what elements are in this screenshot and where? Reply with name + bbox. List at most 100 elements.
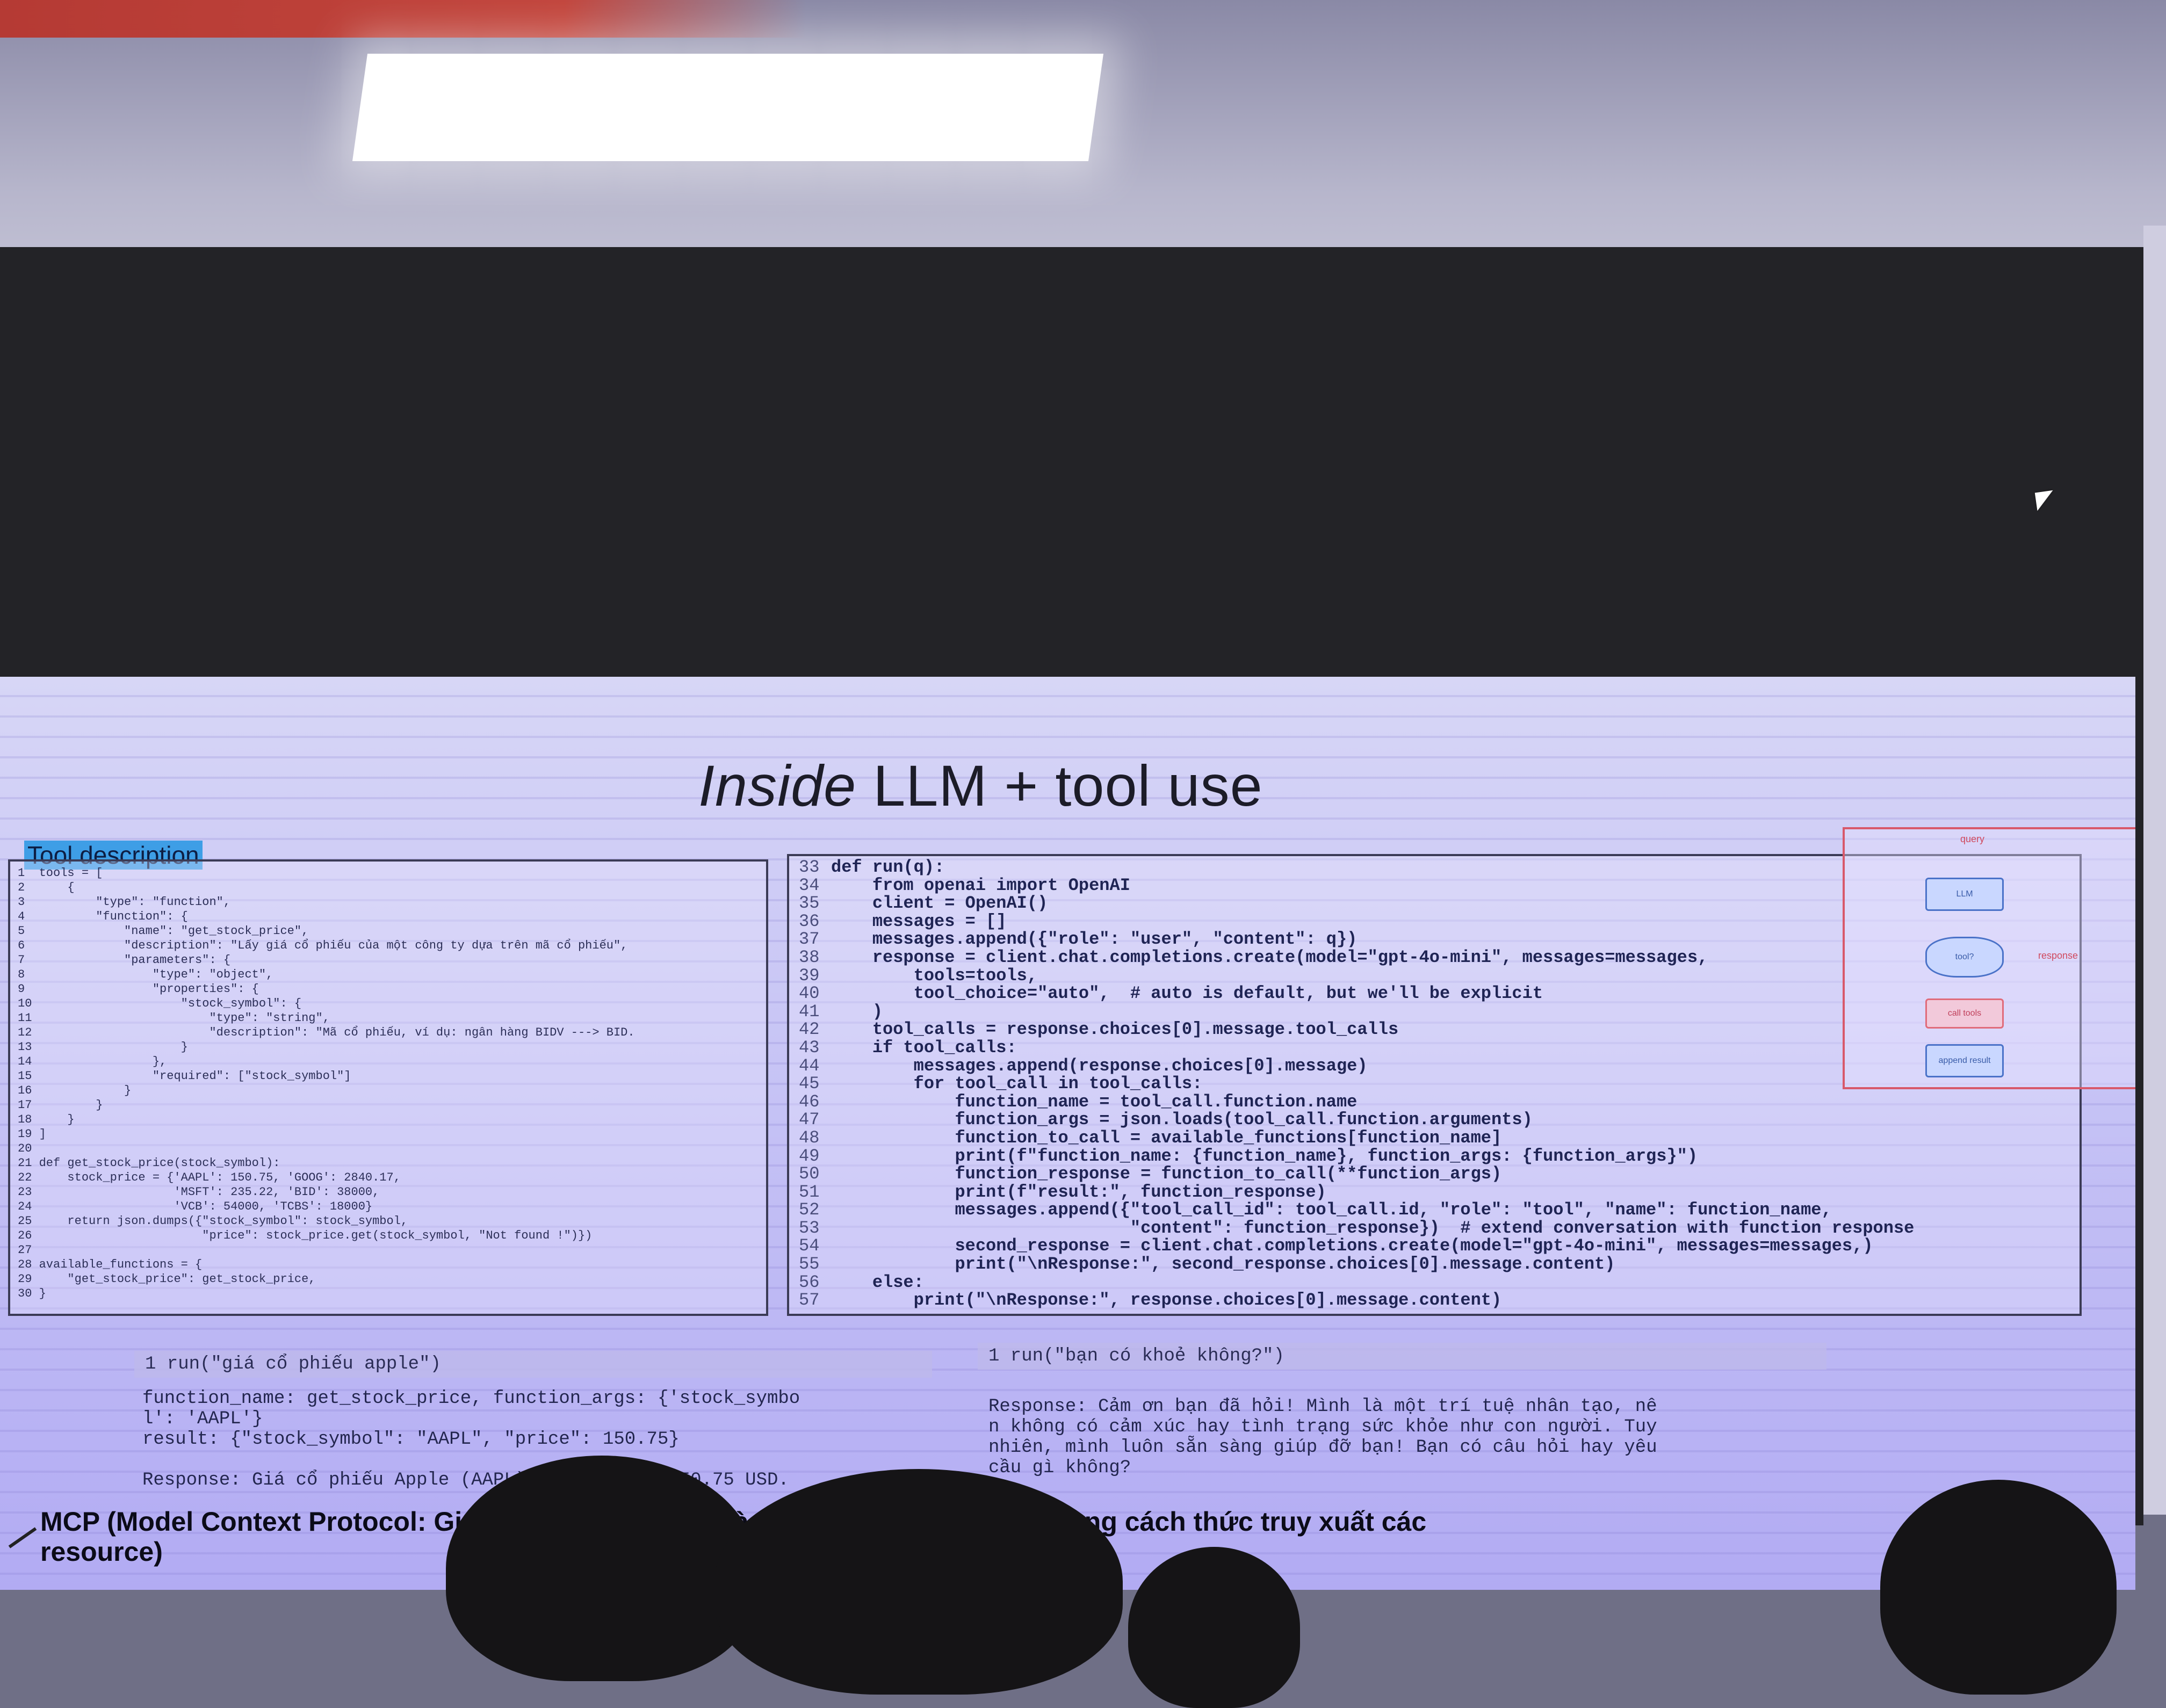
line-number: 46: [799, 1091, 820, 1112]
line-number: 54: [799, 1236, 820, 1256]
code-line: 57 print("\nResponse:", response.choices…: [799, 1291, 2070, 1309]
projection-screen: Inside LLM + tool use Tool description 1…: [0, 247, 2143, 1590]
code-line: 13 }: [18, 1040, 188, 1054]
flow-append-node: append result: [1925, 1044, 2004, 1077]
code-text: def run(q):: [831, 857, 945, 877]
line-number: 40: [799, 983, 820, 1004]
wall: [2143, 226, 2166, 1515]
code-line: 24 'VCB': 54000, 'TCBS': 18000}: [18, 1200, 373, 1213]
code-line: 4 "function": {: [18, 910, 188, 923]
tool-use-flow-diagram: query LLM tool? response call tools appe…: [1843, 827, 2135, 1089]
code-line: 20: [18, 1142, 32, 1155]
code-line: 49 print(f"function_name: {function_name…: [799, 1147, 2070, 1166]
code-text: response = client.chat.completions.creat…: [831, 947, 1708, 967]
code-text: else:: [831, 1272, 924, 1292]
code-line: 18 }: [18, 1113, 75, 1126]
code-line: 54 second_response = client.chat.complet…: [799, 1237, 2070, 1255]
code-text: tool_calls = response.choices[0].message…: [831, 1019, 1399, 1040]
code-line: 51 print(f"result:", function_response): [799, 1183, 2070, 1202]
line-number: 52: [799, 1200, 820, 1220]
line-number: 56: [799, 1272, 820, 1292]
line-number: 41: [799, 1001, 820, 1022]
code-line: 25 return json.dumps({"stock_symbol": st…: [18, 1214, 408, 1228]
audience-head: [446, 1456, 757, 1681]
flow-decision-node: tool?: [1925, 937, 2004, 978]
code-line: 29 "get_stock_price": get_stock_price,: [18, 1272, 316, 1286]
run-cell-right: 1 run("bạn có khoẻ không?"): [978, 1343, 1826, 1370]
line-number: 35: [799, 893, 820, 914]
code-text: client = OpenAI(): [831, 893, 1048, 914]
code-line: 10 "stock_symbol": {: [18, 997, 302, 1010]
flow-response-label: response: [2038, 950, 2078, 961]
audience-heads: [0, 1423, 2166, 1708]
line-number: 47: [799, 1110, 820, 1130]
code-text: tools=tools,: [831, 965, 1038, 986]
code-text: function_args = json.loads(tool_call.fun…: [831, 1110, 1533, 1130]
audience-head: [1128, 1547, 1300, 1708]
line-number: 33: [799, 857, 820, 877]
code-line: 48 function_to_call = available_function…: [799, 1129, 2070, 1147]
code-line: 27: [18, 1243, 32, 1257]
flow-query-label: query: [1960, 834, 1985, 844]
line-number: 48: [799, 1127, 820, 1148]
code-text: for tool_call in tool_calls:: [831, 1074, 1203, 1094]
code-line: 7 "parameters": {: [18, 953, 231, 967]
line-number: 57: [799, 1290, 820, 1311]
line-number: 44: [799, 1055, 820, 1076]
code-text: function_name = tool_call.function.name: [831, 1091, 1358, 1112]
tool-definition-code: 1 tools = [2 {3 "type": "function", 4 "fu…: [8, 859, 768, 1316]
code-line: 53 "content": function_response}) # exte…: [799, 1219, 2070, 1237]
line-number: 34: [799, 875, 820, 895]
line-number: 49: [799, 1146, 820, 1166]
line-number: 53: [799, 1218, 820, 1238]
code-line: 52 messages.append({"tool_call_id": tool…: [799, 1201, 2070, 1219]
code-text: function_to_call = available_functions[f…: [831, 1127, 1502, 1148]
code-line: 47 function_args = json.loads(tool_call.…: [799, 1111, 2070, 1129]
mouse-cursor-icon: [2034, 490, 2056, 511]
slide-title: Inside LLM + tool use: [698, 752, 1558, 819]
code-text: messages.append(response.choices[0].mess…: [831, 1055, 1368, 1076]
code-text: messages.append({"role": "user", "conten…: [831, 929, 1358, 950]
line-number: 55: [799, 1254, 820, 1275]
code-line: 12 "description": "Mã cổ phiếu, ví dụ: n…: [18, 1026, 635, 1039]
code-line: 14 },: [18, 1055, 167, 1068]
audience-head: [1880, 1480, 2117, 1695]
code-line: 3 "type": "function",: [18, 895, 231, 909]
code-text: second_response = client.chat.completion…: [831, 1236, 1873, 1256]
line-number: 50: [799, 1164, 820, 1184]
code-line: 46 function_name = tool_call.function.na…: [799, 1091, 2070, 1112]
code-line: 26 "price": stock_price.get(stock_symbol…: [18, 1229, 593, 1242]
audience-head: [714, 1469, 1123, 1695]
code-line: 9 "properties": {: [18, 982, 259, 996]
code-line: 56 else:: [799, 1273, 2070, 1292]
flow-call-node: call tools: [1925, 998, 2004, 1029]
code-text: if tool_calls:: [831, 1037, 1017, 1058]
code-line: 6 "description": "Lấy giá cổ phiếu của m…: [18, 939, 628, 952]
code-text: "content": function_response}) # extend …: [831, 1218, 1915, 1238]
code-line: 15 "required": ["stock_symbol"]: [18, 1069, 351, 1083]
code-line: 50 function_response = function_to_call(…: [799, 1165, 2070, 1183]
code-text: function_response = function_to_call(**f…: [831, 1164, 1502, 1184]
ceiling-light: [352, 54, 1104, 161]
slide-title-rest: LLM + tool use: [856, 753, 1263, 818]
code-line: 30 }: [18, 1287, 46, 1300]
code-line: 1 tools = [: [18, 866, 103, 880]
code-line: 17 }: [18, 1098, 103, 1112]
line-number: 39: [799, 965, 820, 986]
code-text: print(f"result:", function_response): [831, 1182, 1326, 1202]
code-text: ): [831, 1001, 883, 1022]
line-number: 42: [799, 1019, 820, 1040]
code-text: print("\nResponse:", second_response.cho…: [831, 1254, 1615, 1275]
flow-llm-node: LLM: [1925, 878, 2004, 911]
code-line: 16 }: [18, 1084, 132, 1097]
code-line: 2 {: [18, 881, 75, 894]
line-number: 43: [799, 1037, 820, 1058]
slide-title-italic: Inside: [698, 753, 857, 818]
code-line: 21 def get_stock_price(stock_symbol):: [18, 1156, 280, 1170]
code-line: 55 print("\nResponse:", second_response.…: [799, 1255, 2070, 1273]
red-banner: [0, 0, 806, 38]
line-number: 45: [799, 1074, 820, 1094]
code-line: 19 ]: [18, 1127, 46, 1141]
line-number: 36: [799, 911, 820, 931]
code-text: messages = []: [831, 911, 1007, 931]
